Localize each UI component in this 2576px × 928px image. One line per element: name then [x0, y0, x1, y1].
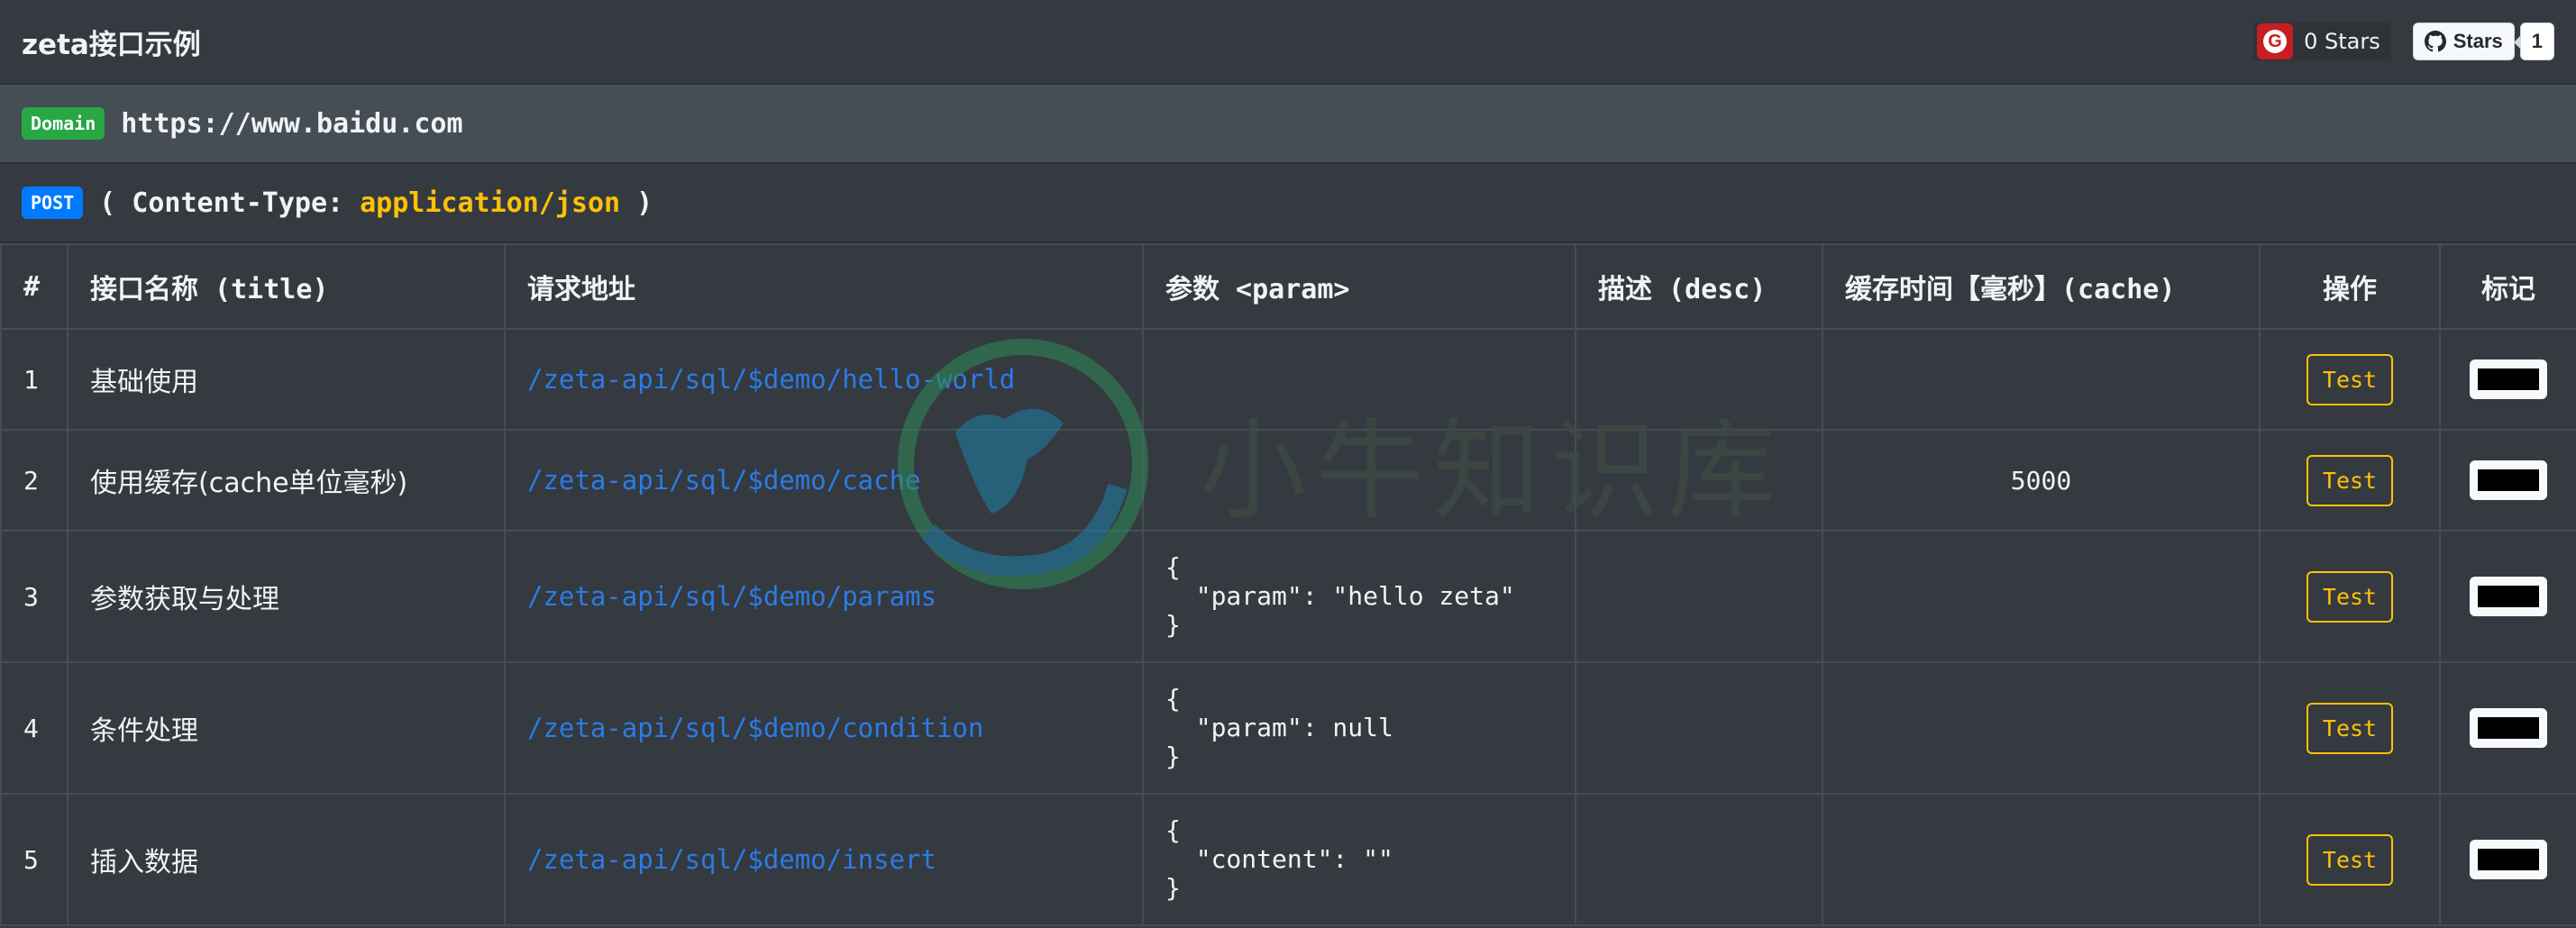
row-index: 3 — [0, 530, 69, 663]
table-row: 3 参数获取与处理 /zeta-api/sql/$demo/params { "… — [0, 530, 2576, 663]
column-header-param: 参数 <param> — [1142, 243, 1576, 330]
header: zeta接口示例 G 0 Stars Stars 1 — [0, 0, 2576, 85]
gitee-stars-button[interactable]: G 0 Stars — [2253, 23, 2391, 60]
table-row: 4 条件处理 /zeta-api/sql/$demo/condition { "… — [0, 661, 2576, 795]
row-index: 4 — [0, 661, 69, 795]
row-title: 插入数据 — [67, 793, 506, 926]
content-type-value: application/json — [360, 187, 621, 219]
test-button[interactable]: Test — [2306, 570, 2394, 623]
row-index: 2 — [0, 429, 69, 532]
row-action-cell: Test — [2259, 328, 2441, 431]
mark-toggle[interactable] — [2470, 840, 2547, 879]
row-url-link[interactable]: /zeta-api/sql/$demo/hello-world — [504, 328, 1144, 431]
github-icon — [2424, 31, 2446, 52]
row-url-link[interactable]: /zeta-api/sql/$demo/cache — [504, 429, 1144, 532]
row-desc — [1575, 661, 1823, 795]
domain-url: https://www.baidu.com — [121, 107, 463, 140]
row-action-cell: Test — [2259, 429, 2441, 532]
row-title: 条件处理 — [67, 661, 506, 795]
row-param — [1142, 429, 1576, 532]
row-index: 5 — [0, 793, 69, 926]
row-url-link[interactable]: /zeta-api/sql/$demo/insert — [504, 793, 1144, 926]
row-url-link[interactable]: /zeta-api/sql/$demo/params — [504, 530, 1144, 663]
test-button[interactable]: Test — [2306, 353, 2394, 405]
column-header-index: # — [0, 243, 69, 330]
star-widgets: G 0 Stars Stars 1 — [2253, 23, 2554, 60]
row-title: 基础使用 — [67, 328, 506, 431]
row-mark-cell — [2439, 661, 2576, 795]
row-mark-cell — [2439, 793, 2576, 926]
row-action-cell: Test — [2259, 793, 2441, 926]
row-cache — [1822, 793, 2261, 926]
row-cache — [1822, 530, 2261, 663]
row-desc — [1575, 530, 1823, 663]
row-url-link[interactable]: /zeta-api/sql/$demo/condition — [504, 661, 1144, 795]
row-param: { "content": "" } — [1142, 793, 1576, 926]
row-cache — [1822, 328, 2261, 431]
row-desc — [1575, 429, 1823, 532]
test-button[interactable]: Test — [2306, 454, 2394, 506]
row-param: { "param": null } — [1142, 661, 1576, 795]
request-method-bar: POST ( Content-Type: application/json ) — [0, 164, 2576, 243]
table-row: 1 基础使用 /zeta-api/sql/$demo/hello-world T… — [0, 328, 2576, 431]
column-header-desc: 描述 (desc) — [1575, 243, 1823, 330]
row-title: 使用缓存(cache单位毫秒) — [67, 429, 506, 532]
mark-toggle[interactable] — [2470, 577, 2547, 616]
column-header-cache: 缓存时间【毫秒】(cache) — [1822, 243, 2261, 330]
method-badge: POST — [22, 187, 84, 219]
row-param — [1142, 328, 1576, 431]
row-index: 1 — [0, 328, 69, 431]
column-header-mark: 标记 — [2439, 243, 2576, 330]
row-desc — [1575, 793, 1823, 926]
table-row: 5 插入数据 /zeta-api/sql/$demo/insert { "con… — [0, 793, 2576, 926]
content-type-close: ) — [636, 187, 653, 219]
test-button[interactable]: Test — [2306, 833, 2394, 886]
page-title: zeta接口示例 — [22, 28, 201, 61]
mark-toggle[interactable] — [2470, 460, 2547, 500]
mark-toggle[interactable] — [2470, 708, 2547, 748]
row-cache: 5000 — [1822, 429, 2261, 532]
domain-bar: Domain https://www.baidu.com — [0, 85, 2576, 164]
table-row: 2 使用缓存(cache单位毫秒) /zeta-api/sql/$demo/ca… — [0, 429, 2576, 532]
column-header-url: 请求地址 — [504, 243, 1144, 330]
mark-toggle[interactable] — [2470, 359, 2547, 399]
github-stars-count[interactable]: 1 — [2513, 23, 2554, 60]
row-action-cell: Test — [2259, 530, 2441, 663]
content-type-label: ( Content-Type: — [99, 187, 344, 219]
row-param: { "param": "hello zeta" } — [1142, 530, 1576, 663]
column-header-title: 接口名称 (title) — [67, 243, 506, 330]
row-cache — [1822, 661, 2261, 795]
page: zeta接口示例 G 0 Stars Stars 1 Domain https:… — [0, 0, 2576, 928]
github-stars-button[interactable]: Stars — [2412, 23, 2515, 60]
row-action-cell: Test — [2259, 661, 2441, 795]
gitee-stars-count: 0 Stars — [2304, 29, 2380, 54]
api-table: # 接口名称 (title) 请求地址 参数 <param> 描述 (desc)… — [0, 243, 2576, 926]
table-header-row: # 接口名称 (title) 请求地址 参数 <param> 描述 (desc)… — [0, 243, 2576, 330]
column-header-action: 操作 — [2259, 243, 2441, 330]
row-mark-cell — [2439, 429, 2576, 532]
row-mark-cell — [2439, 530, 2576, 663]
github-stars-label: Stars — [2453, 30, 2503, 52]
domain-badge: Domain — [22, 107, 105, 140]
row-title: 参数获取与处理 — [67, 530, 506, 663]
row-desc — [1575, 328, 1823, 431]
test-button[interactable]: Test — [2306, 702, 2394, 754]
gitee-icon: G — [2257, 23, 2294, 59]
row-mark-cell — [2439, 328, 2576, 431]
github-stars-widget: Stars 1 — [2412, 23, 2554, 60]
